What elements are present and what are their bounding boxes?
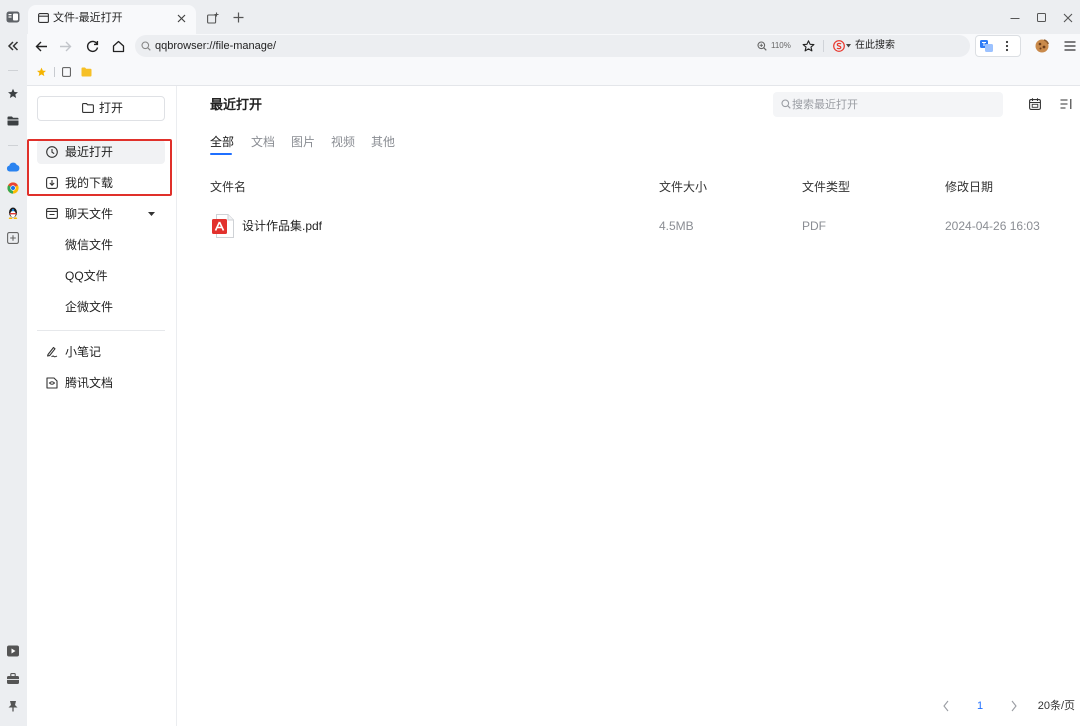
file-name[interactable]: 设计作品集.pdf bbox=[242, 218, 322, 234]
pdf-icon bbox=[212, 214, 234, 238]
side-rail bbox=[0, 34, 27, 726]
file-modified: 2024-04-26 16:03 bbox=[945, 219, 1040, 233]
page-title: 最近打开 bbox=[210, 97, 263, 112]
kebab-icon[interactable] bbox=[1005, 40, 1009, 52]
search-icon bbox=[781, 99, 791, 109]
star-outline-icon[interactable] bbox=[802, 40, 815, 52]
rail-pin-icon[interactable] bbox=[7, 700, 19, 712]
nav-label-notes[interactable]: 小笔记 bbox=[65, 344, 101, 360]
column-header-type[interactable]: 文件类型 bbox=[802, 179, 850, 195]
tab-title[interactable]: 文件-最近打开 bbox=[53, 10, 123, 26]
tab-videos[interactable]: 视频 bbox=[331, 134, 355, 150]
open-button-label: 打开 bbox=[99, 101, 124, 115]
column-header-modified[interactable]: 修改日期 bbox=[945, 179, 993, 195]
rail-chrome-icon[interactable] bbox=[7, 182, 19, 194]
zoom-icon[interactable] bbox=[757, 41, 767, 51]
maximize-icon[interactable] bbox=[1037, 13, 1046, 22]
window-close-icon[interactable] bbox=[1063, 13, 1073, 23]
rail-qq-icon[interactable] bbox=[7, 207, 19, 219]
zoom-level[interactable]: 110% bbox=[771, 38, 791, 54]
reader-mode-icon[interactable] bbox=[6, 11, 20, 23]
file-type: PDF bbox=[802, 219, 826, 233]
rail-wallet-icon[interactable] bbox=[7, 116, 19, 126]
folder-open-icon bbox=[82, 103, 94, 113]
minimize-icon[interactable] bbox=[1010, 13, 1020, 23]
tab-documents[interactable]: 文档 bbox=[251, 134, 275, 150]
rail-video-icon[interactable] bbox=[7, 645, 19, 657]
nav-sub-wechat-files[interactable]: 微信文件 bbox=[65, 237, 113, 253]
tab-group-icon[interactable] bbox=[207, 12, 219, 24]
forward-arrow-icon[interactable] bbox=[59, 40, 72, 53]
nav-label-chat-files: 聊天文件 bbox=[65, 207, 114, 221]
content-area bbox=[27, 85, 1080, 726]
tab-others[interactable]: 其他 bbox=[371, 134, 395, 150]
nav-divider bbox=[37, 330, 165, 331]
new-tab-plus-icon[interactable] bbox=[233, 12, 244, 23]
bookmark-page-icon[interactable] bbox=[62, 67, 71, 77]
pagination-current-page[interactable]: 1 bbox=[977, 698, 983, 714]
nav-sub-qq-files[interactable]: QQ文件 bbox=[65, 268, 108, 284]
address-divider bbox=[823, 40, 824, 52]
rail-briefcase-icon[interactable] bbox=[7, 673, 19, 684]
tab-all[interactable]: 全部 bbox=[210, 134, 234, 150]
bookmark-star-icon[interactable] bbox=[36, 67, 47, 77]
pen-icon bbox=[47, 346, 58, 358]
rail-divider bbox=[8, 70, 18, 71]
address-input[interactable] bbox=[155, 38, 735, 54]
active-tab-underline bbox=[210, 153, 232, 155]
calendar-icon[interactable] bbox=[1029, 98, 1041, 110]
back-arrow-icon[interactable] bbox=[35, 40, 48, 53]
bookmark-folder-icon[interactable] bbox=[81, 67, 92, 77]
annotation-highlight-box bbox=[27, 139, 172, 196]
translate-icon[interactable] bbox=[980, 40, 993, 52]
column-header-size[interactable]: 文件大小 bbox=[659, 179, 707, 195]
reload-icon[interactable] bbox=[86, 40, 99, 53]
nav-sub-wecom-files[interactable]: 企微文件 bbox=[65, 299, 113, 315]
rail-add-box-icon[interactable] bbox=[7, 232, 19, 244]
engine-search-placeholder[interactable]: 在此搜索 bbox=[855, 38, 895, 54]
tab-images[interactable]: 图片 bbox=[291, 134, 315, 150]
sort-icon[interactable] bbox=[1060, 98, 1072, 110]
file-size: 4.5MB bbox=[659, 219, 694, 233]
table-row[interactable] bbox=[200, 208, 1070, 244]
page-icon bbox=[38, 13, 49, 23]
rail-cloud-icon[interactable] bbox=[6, 161, 20, 172]
column-header-name[interactable]: 文件名 bbox=[210, 179, 246, 195]
docs-icon bbox=[46, 377, 58, 389]
rail-divider bbox=[8, 145, 18, 146]
browser-window: 文件-最近打开 110% 在此搜索 打开 最近打开 我的下 bbox=[0, 0, 1080, 726]
panel-divider bbox=[176, 86, 177, 726]
address-search-icon bbox=[141, 41, 151, 51]
search-engine-caret-icon[interactable] bbox=[846, 44, 851, 48]
menu-icon[interactable] bbox=[1064, 41, 1076, 51]
bookmarks-divider bbox=[54, 67, 55, 77]
double-chevron-left-icon[interactable] bbox=[6, 39, 20, 53]
rail-star-icon[interactable] bbox=[7, 88, 19, 99]
sogou-icon[interactable] bbox=[833, 40, 845, 52]
chevron-left-icon[interactable] bbox=[942, 700, 950, 712]
chevron-down-icon[interactable] bbox=[148, 212, 155, 216]
tab-close-icon[interactable] bbox=[177, 14, 186, 23]
chat-folder-icon bbox=[46, 208, 58, 219]
nav-label-tencent-docs[interactable]: 腾讯文档 bbox=[65, 375, 113, 391]
home-icon[interactable] bbox=[112, 40, 125, 53]
chevron-right-icon[interactable] bbox=[1010, 700, 1018, 712]
search-input[interactable] bbox=[792, 96, 997, 113]
pagination-page-size[interactable]: 20条/页 bbox=[1038, 698, 1075, 714]
avatar-icon[interactable] bbox=[1035, 39, 1049, 53]
